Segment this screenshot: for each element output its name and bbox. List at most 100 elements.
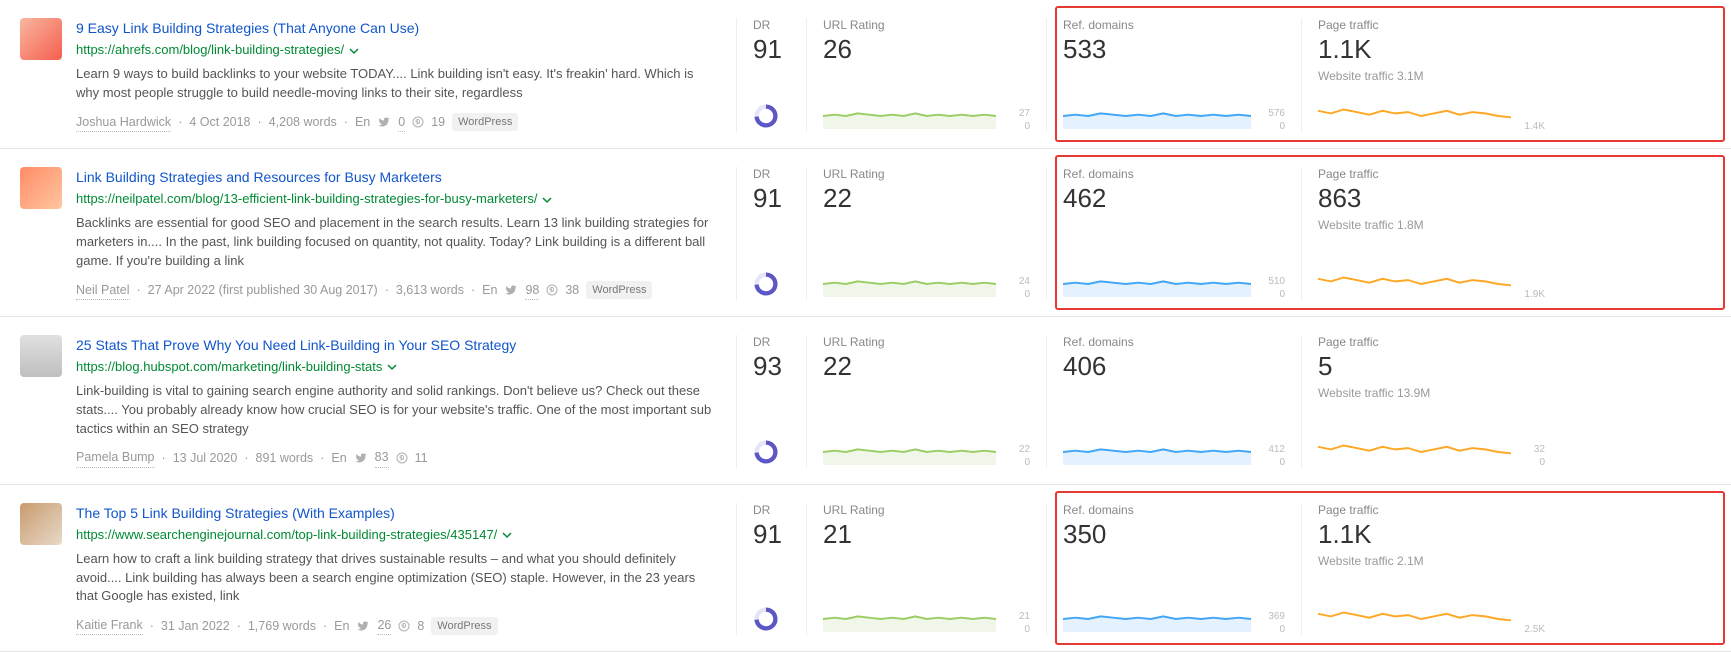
result-url[interactable]: https://ahrefs.com/blog/link-building-st… [76,41,716,60]
result-thumbnail[interactable] [20,335,62,377]
result-url[interactable]: https://neilpatel.com/blog/13-efficient-… [76,190,716,209]
metric-page-traffic: Page traffic 5 Website traffic 13.9M 320 [1301,335,1561,468]
website-traffic-value: Website traffic 13.9M [1318,386,1545,400]
ref-domains-value: 406 [1063,351,1285,382]
result-content: 25 Stats That Prove Why You Need Link-Bu… [76,335,716,468]
platform-badge: WordPress [586,281,652,299]
url-rating-value: 22 [823,351,1030,382]
result-lang: En [334,617,349,635]
result-title[interactable]: Link Building Strategies and Resources f… [76,167,716,187]
author-link[interactable]: Neil Patel [76,281,130,300]
chevron-down-icon[interactable] [349,46,359,56]
chevron-down-icon[interactable] [502,530,512,540]
result-description: Link-building is vital to gaining search… [76,382,716,439]
platform-badge: WordPress [431,617,497,635]
result-thumbnail[interactable] [20,503,62,545]
url-rating-label: URL Rating [823,18,1030,32]
pinterest-icon [396,452,408,464]
pinterest-icon [398,620,410,632]
result-content: Link Building Strategies and Resources f… [76,167,716,300]
ref-domains-label: Ref. domains [1063,167,1285,181]
page-traffic-value: 1.1K [1318,34,1545,65]
result-row: The Top 5 Link Building Strategies (With… [0,485,1731,652]
metric-url-rating: URL Rating 21 210 [806,503,1046,636]
ref-domains-value: 350 [1063,519,1285,550]
metric-dr: DR 91 [736,167,806,300]
result-date: 27 Apr 2022 (first published 30 Aug 2017… [148,281,378,299]
result-row: 9 Easy Link Building Strategies (That An… [0,0,1731,149]
result-meta: Joshua Hardwick 4 Oct 2018 4,208 words E… [76,113,716,132]
result-title[interactable]: The Top 5 Link Building Strategies (With… [76,503,716,523]
result-url[interactable]: https://www.searchenginejournal.com/top-… [76,526,716,545]
ref-domains-value: 533 [1063,34,1285,65]
metrics-group: DR 93 URL Rating 22 220 Ref. domains 4 [716,335,1721,468]
chevron-down-icon[interactable] [542,195,552,205]
result-url[interactable]: https://blog.hubspot.com/marketing/link-… [76,358,716,377]
result-meta: Pamela Bump 13 Jul 2020 891 words En 83 … [76,448,716,467]
url-rating-label: URL Rating [823,503,1030,517]
author-link[interactable]: Pamela Bump [76,448,155,467]
page-traffic-label: Page traffic [1318,503,1545,517]
result-meta: Kaitie Frank 31 Jan 2022 1,769 words En … [76,616,716,635]
result-title[interactable]: 25 Stats That Prove Why You Need Link-Bu… [76,335,716,355]
twitter-count[interactable]: 26 [377,616,391,635]
website-traffic-value: Website traffic 3.1M [1318,69,1545,83]
result-row: Link Building Strategies and Resources f… [0,149,1731,317]
author-link[interactable]: Kaitie Frank [76,616,143,635]
metric-ref-domains: Ref. domains 350 3690 [1046,503,1301,636]
result-wordcount: 4,208 words [269,113,337,131]
dr-value: 91 [753,34,790,65]
result-meta: Neil Patel 27 Apr 2022 (first published … [76,281,716,300]
page-traffic-sparkline [1318,431,1511,468]
metric-page-traffic: Page traffic 863 Website traffic 1.8M 1.… [1301,167,1561,300]
metric-url-rating: URL Rating 22 240 [806,167,1046,300]
result-content: The Top 5 Link Building Strategies (With… [76,503,716,636]
author-link[interactable]: Joshua Hardwick [76,113,171,132]
dr-value: 91 [753,183,790,214]
metric-ref-domains: Ref. domains 406 4120 [1046,335,1301,468]
result-date: 31 Jan 2022 [161,617,230,635]
url-rating-sparkline [823,598,996,635]
result-description: Backlinks are essential for good SEO and… [76,214,716,271]
website-traffic-value: Website traffic 1.8M [1318,218,1545,232]
result-thumbnail[interactable] [20,167,62,209]
ref-domains-label: Ref. domains [1063,335,1285,349]
pinterest-icon [546,284,558,296]
page-traffic-value: 1.1K [1318,519,1545,550]
twitter-count[interactable]: 98 [525,281,539,300]
metric-url-rating: URL Rating 22 220 [806,335,1046,468]
result-row: 25 Stats That Prove Why You Need Link-Bu… [0,317,1731,485]
ref-domains-label: Ref. domains [1063,503,1285,517]
url-rating-sparkline [823,431,996,468]
result-wordcount: 1,769 words [248,617,316,635]
url-rating-value: 22 [823,183,1030,214]
twitter-count[interactable]: 83 [375,448,389,467]
page-traffic-sparkline [1318,263,1511,300]
page-traffic-sparkline [1318,95,1511,132]
page-traffic-value: 5 [1318,351,1545,382]
dr-label: DR [753,503,790,517]
page-traffic-value: 863 [1318,183,1545,214]
metric-dr: DR 91 [736,18,806,132]
ref-domains-sparkline [1063,263,1251,300]
twitter-count[interactable]: 0 [398,113,405,132]
result-date: 13 Jul 2020 [173,449,238,467]
result-title[interactable]: 9 Easy Link Building Strategies (That An… [76,18,716,38]
result-wordcount: 891 words [256,449,314,467]
dr-label: DR [753,18,790,32]
dr-donut [753,439,790,468]
platform-badge: WordPress [452,113,518,131]
chevron-down-icon[interactable] [387,362,397,372]
metric-page-traffic: Page traffic 1.1K Website traffic 3.1M 1… [1301,18,1561,132]
pinterest-icon [412,116,424,128]
twitter-icon [354,452,368,464]
url-rating-sparkline [823,263,996,300]
dr-value: 93 [753,351,790,382]
page-traffic-label: Page traffic [1318,167,1545,181]
result-lang: En [331,449,346,467]
metric-dr: DR 91 [736,503,806,636]
url-rating-label: URL Rating [823,167,1030,181]
result-description: Learn 9 ways to build backlinks to your … [76,65,716,103]
url-rating-label: URL Rating [823,335,1030,349]
result-thumbnail[interactable] [20,18,62,60]
